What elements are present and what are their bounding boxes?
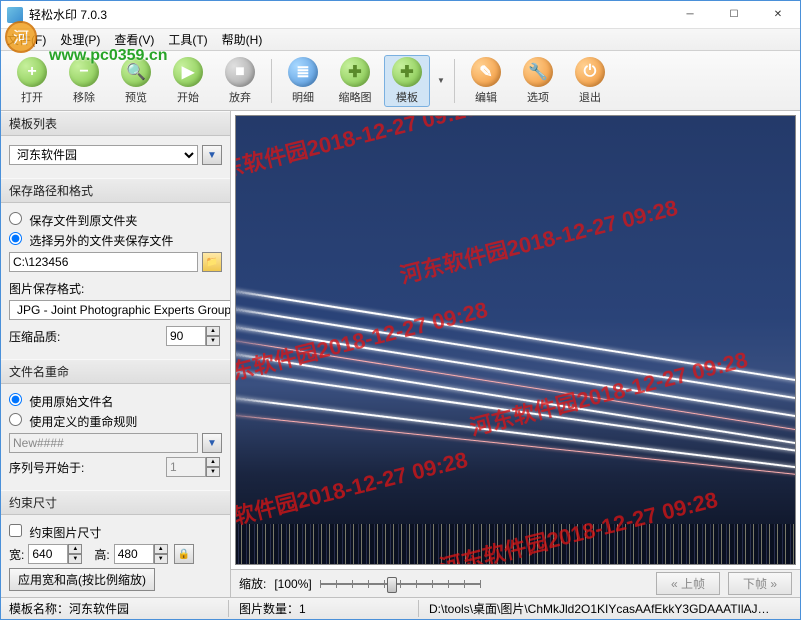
template-dropdown-button[interactable]: ▼ <box>202 145 222 165</box>
rename-original-radio[interactable]: 使用原始文件名 <box>9 393 113 410</box>
power-icon: ⏻ <box>575 57 605 87</box>
format-label: 图片保存格式: <box>9 280 84 297</box>
thumbnail-button[interactable]: ✚缩略图 <box>332 55 378 107</box>
statusbar: 模板名称：河东软件园 图片数量：1 D:\tools\桌面\图片\ChMkJld… <box>1 597 800 619</box>
prev-frame-button[interactable]: « 上帧 <box>656 572 720 595</box>
preview-button[interactable]: 🔍预览 <box>113 55 159 107</box>
plus-icon: + <box>17 57 47 87</box>
menu-view[interactable]: 查看(V) <box>114 31 154 48</box>
zoom-label: 缩放: <box>239 575 266 592</box>
preview-pane: 河东软件园2018-12-27 09:28 河东软件园2018-12-27 09… <box>231 111 800 597</box>
minus-icon: − <box>69 57 99 87</box>
zoom-value: [100%] <box>274 577 311 591</box>
watermark-overlay: 河东软件园2018-12-27 09:28 <box>466 342 750 442</box>
search-icon: 🔍 <box>121 57 151 87</box>
watermark-overlay: 河东软件园2018-12-27 09:28 <box>396 190 680 290</box>
width-spinner[interactable]: ▲▼ <box>28 544 84 564</box>
seq-start-spinner[interactable]: ▲▼ <box>166 457 222 477</box>
preview-controls: 缩放: [100%] « 上帧 下帧 » <box>231 569 800 597</box>
detail-button[interactable]: ≣明细 <box>280 55 326 107</box>
browse-folder-button[interactable]: 📁 <box>202 252 222 272</box>
save-other-radio[interactable]: 选择另外的文件夹保存文件 <box>9 232 173 249</box>
constrain-checkbox[interactable]: 约束图片尺寸 <box>9 524 101 541</box>
width-label: 宽: <box>9 546 24 563</box>
zoom-slider[interactable] <box>320 574 480 594</box>
rename-custom-radio[interactable]: 使用定义的重命规则 <box>9 413 137 430</box>
open-button[interactable]: +打开 <box>9 55 55 107</box>
height-label: 高: <box>94 546 109 563</box>
template-select[interactable]: 河东软件园 <box>9 145 198 165</box>
rename-pattern-input <box>9 433 198 453</box>
exit-button[interactable]: ⏻退出 <box>567 55 613 107</box>
status-path: D:\tools\桌面\图片\ChMkJld2O1KIYcasAAfEkkY3G… <box>429 600 782 617</box>
abort-button[interactable]: ■放弃 <box>217 55 263 107</box>
puzzle-icon: ✚ <box>392 57 422 87</box>
height-spinner[interactable]: ▲▼ <box>114 544 170 564</box>
list-icon: ≣ <box>288 57 318 87</box>
options-button[interactable]: 🔧选项 <box>515 55 561 107</box>
status-template: 模板名称：河东软件园 <box>9 600 229 617</box>
next-frame-button[interactable]: 下帧 » <box>728 572 792 595</box>
template-button[interactable]: ✚模板 <box>384 55 430 107</box>
quality-label: 压缩品质: <box>9 328 60 345</box>
zoom-thumb[interactable] <box>387 577 397 593</box>
app-icon <box>7 7 23 23</box>
close-button[interactable]: ✕ <box>756 1 800 29</box>
constrain-header: 约束尺寸 <box>1 490 230 515</box>
save-original-radio[interactable]: 保存文件到原文件夹 <box>9 212 137 229</box>
toolbar-separator <box>454 59 455 103</box>
save-header: 保存路径和格式 <box>1 178 230 203</box>
maximize-button[interactable]: ☐ <box>712 1 756 29</box>
preview-image: 河东软件园2018-12-27 09:28 河东软件园2018-12-27 09… <box>235 115 796 565</box>
quality-spinner[interactable]: ▲▼ <box>166 326 222 346</box>
rename-pattern-button[interactable]: ▼ <box>202 433 222 453</box>
stop-icon: ■ <box>225 57 255 87</box>
lock-aspect-button[interactable]: 🔒 <box>174 544 194 564</box>
apply-size-button[interactable]: 应用宽和高(按比例缩放) <box>9 568 155 591</box>
save-path-input[interactable] <box>9 252 198 272</box>
template-list-header: 模板列表 <box>1 111 230 136</box>
minimize-button[interactable]: ─ <box>668 1 712 29</box>
window-title: 轻松水印 7.0.3 <box>29 6 668 23</box>
titlebar: 轻松水印 7.0.3 ─ ☐ ✕ <box>1 1 800 29</box>
menu-tools[interactable]: 工具(T) <box>168 31 207 48</box>
status-count: 图片数量：1 <box>239 600 419 617</box>
pencil-icon: ✎ <box>471 57 501 87</box>
puzzle-icon: ✚ <box>340 57 370 87</box>
start-button[interactable]: ▶开始 <box>165 55 211 107</box>
rename-header: 文件名重命 <box>1 359 230 384</box>
edit-button[interactable]: ✎编辑 <box>463 55 509 107</box>
watermark-overlay: 河东软件园2018-12-27 09:28 <box>235 115 481 190</box>
template-dropdown[interactable]: ▼ <box>436 76 446 85</box>
menubar: 文件(F) 处理(P) 查看(V) 工具(T) 帮助(H) <box>1 29 800 51</box>
play-icon: ▶ <box>173 57 203 87</box>
seq-start-label: 序列号开始于: <box>9 459 84 476</box>
wrench-icon: 🔧 <box>523 57 553 87</box>
format-select[interactable]: JPG - Joint Photographic Experts Group <box>9 300 231 320</box>
menu-help[interactable]: 帮助(H) <box>222 31 263 48</box>
toolbar: +打开 −移除 🔍预览 ▶开始 ■放弃 ≣明细 ✚缩略图 ✚模板 ▼ ✎编辑 🔧… <box>1 51 800 111</box>
menu-process[interactable]: 处理(P) <box>60 31 100 48</box>
remove-button[interactable]: −移除 <box>61 55 107 107</box>
toolbar-separator <box>271 59 272 103</box>
menu-file[interactable]: 文件(F) <box>7 31 46 48</box>
sidebar: 模板列表 河东软件园 ▼ 保存路径和格式 保存文件到原文件夹 选择另外的文件夹保… <box>1 111 231 597</box>
